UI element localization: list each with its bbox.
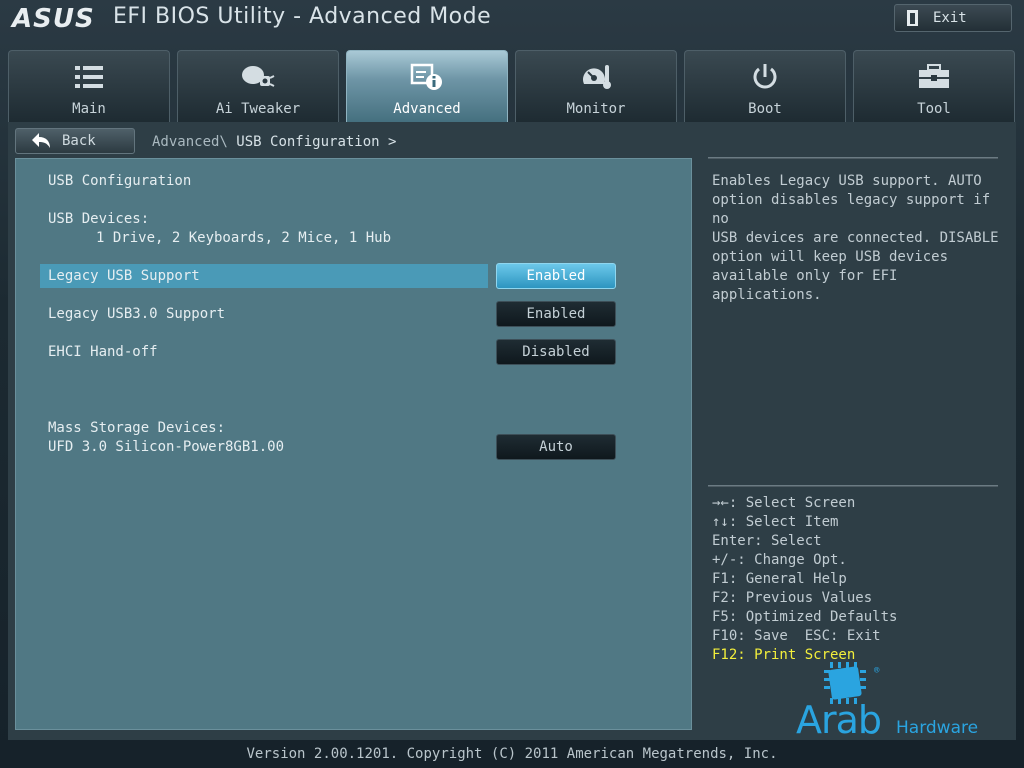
back-button[interactable]: Back <box>15 128 135 154</box>
help-description: Enables Legacy USB support. AUTO option … <box>712 173 999 303</box>
legacy-usb3-support-value[interactable]: Enabled <box>496 301 616 327</box>
key-help-item: F5: Optimized Defaults <box>712 609 898 625</box>
tab-label: Boot <box>748 101 782 117</box>
list-icon <box>74 61 104 93</box>
tab-tool[interactable]: Tool <box>853 50 1015 122</box>
key-help-item: F1: General Help <box>712 571 847 587</box>
setting-legacy-usb-support[interactable]: Legacy USB Support <box>48 268 200 284</box>
key-help-item: +/-: Change Opt. <box>712 552 847 568</box>
section-title: USB Configuration <box>48 173 192 189</box>
key-help-item: ↑↓: Select Item <box>712 514 839 530</box>
breadcrumb-current: USB Configuration > <box>236 134 397 150</box>
key-help-item: F2: Previous Values <box>712 590 873 606</box>
key-help-item: F10: Save ESC: Exit <box>712 628 881 644</box>
tab-advanced[interactable]: Advanced <box>346 50 508 122</box>
arabhardware-watermark: ® Arab Hardware <box>796 656 996 742</box>
toolbox-icon <box>917 61 951 93</box>
key-help-item: Enter: Select <box>712 533 822 549</box>
tab-label: Main <box>72 101 106 117</box>
title-bar: ASUS EFI BIOS Utility - Advanced Mode Ex… <box>0 0 1024 44</box>
key-help-list: →←: Select Screen ↑↓: Select Item Enter:… <box>712 494 1012 665</box>
back-arrow-icon <box>32 133 50 148</box>
exit-button[interactable]: Exit <box>894 4 1012 32</box>
tab-monitor[interactable]: Monitor <box>515 50 677 122</box>
setting-ehci-hand-off[interactable]: EHCI Hand-off <box>48 344 158 360</box>
tab-boot[interactable]: Boot <box>684 50 846 122</box>
mass-storage-label: Mass Storage Devices: <box>48 420 226 436</box>
watermark-text: Arab <box>796 698 882 742</box>
usb-devices-label: USB Devices: <box>48 211 150 227</box>
watermark-sub: Hardware <box>896 718 979 738</box>
key-help-item: →←: Select Screen <box>712 495 856 511</box>
tweaker-icon <box>240 61 276 93</box>
breadcrumb-parent[interactable]: Advanced\ <box>152 134 228 150</box>
mass-storage-value[interactable]: Auto <box>496 434 616 460</box>
tab-label: Tool <box>917 101 951 117</box>
advanced-info-icon <box>410 61 444 93</box>
monitor-gauge-icon <box>580 61 612 93</box>
tab-label: Monitor <box>566 101 626 117</box>
power-icon <box>750 61 780 93</box>
version-footer: Version 2.00.1201. Copyright (C) 2011 Am… <box>246 746 778 762</box>
usb-devices-value: 1 Drive, 2 Keyboards, 2 Mice, 1 Hub <box>96 230 392 246</box>
help-divider-bottom <box>708 485 998 487</box>
legacy-usb-support-value[interactable]: Enabled <box>496 263 616 289</box>
tab-label: Ai Tweaker <box>215 101 301 117</box>
tab-ai-tweaker[interactable]: Ai Tweaker <box>177 50 339 122</box>
setting-legacy-usb3-support[interactable]: Legacy USB3.0 Support <box>48 306 225 322</box>
app-title: EFI BIOS Utility - Advanced Mode <box>113 4 492 29</box>
tab-main[interactable]: Main <box>8 50 170 122</box>
back-label: Back <box>62 133 96 149</box>
main-tabs: Main Ai Tweaker Advanced Monitor Boot To… <box>8 50 1016 122</box>
ehci-hand-off-value[interactable]: Disabled <box>496 339 616 365</box>
mass-storage-device[interactable]: UFD 3.0 Silicon-Power8GB1.00 <box>48 439 284 455</box>
tab-label: Advanced <box>393 101 461 117</box>
exit-label: Exit <box>933 10 967 26</box>
registered-mark: ® <box>874 666 880 676</box>
help-divider-top <box>708 157 998 159</box>
asus-logo: ASUS <box>12 4 95 34</box>
exit-door-icon <box>907 10 921 26</box>
breadcrumb: Advanced\ USB Configuration > <box>152 134 396 150</box>
